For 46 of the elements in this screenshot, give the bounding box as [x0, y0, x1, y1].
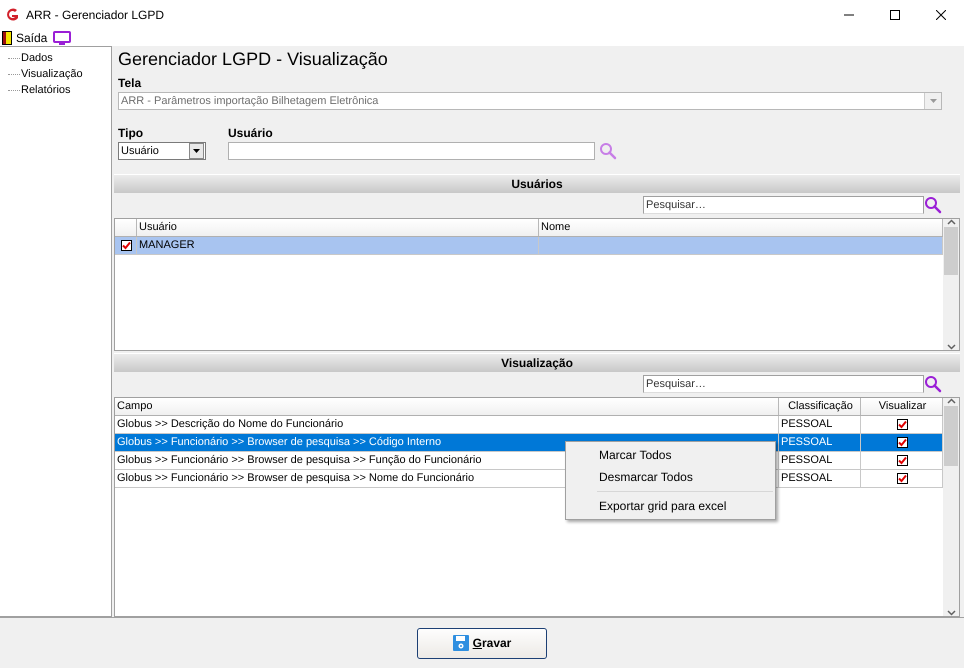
column-header[interactable]: Classificação [779, 398, 861, 415]
field-label: Tela [117, 76, 142, 90]
close-icon [936, 10, 946, 20]
monitor-icon[interactable] [53, 31, 72, 45]
column-header[interactable]: Usuário [137, 219, 539, 236]
section-header: Usuários [114, 174, 960, 193]
page-heading: Gerenciador LGPD - Visualização [117, 48, 389, 71]
table-cell: PESSOAL [779, 470, 861, 488]
column-header[interactable]: Campo [115, 398, 779, 415]
table-cell: PESSOAL [779, 434, 861, 452]
menu-item[interactable]: Exportar grid para excel [566, 495, 775, 517]
table-cell: PESSOAL [779, 452, 861, 470]
scrollbar-thumb[interactable] [944, 406, 958, 466]
scroll-down-icon [946, 610, 956, 616]
door-icon [2, 31, 12, 45]
search-icon[interactable] [924, 196, 942, 214]
exit-button[interactable]: Saída [2, 31, 48, 45]
table-cell: MANAGER [137, 237, 539, 255]
scroll-down-icon [946, 344, 956, 350]
scrollbar[interactable] [943, 219, 959, 350]
window-title: ARR - Gerenciador LGPD [26, 8, 166, 22]
checkbox[interactable] [897, 437, 908, 448]
tree-item[interactable]: Relatórios [20, 84, 71, 96]
checkbox[interactable] [897, 419, 908, 430]
tree-item[interactable]: Visualização [20, 68, 83, 80]
search-field[interactable]: Pesquisar… [643, 375, 924, 393]
logo-icon [4, 7, 20, 23]
search-icon[interactable] [924, 375, 942, 393]
field-label: Usuário [228, 126, 274, 140]
checkbox[interactable] [897, 473, 908, 484]
scroll-up-icon [946, 398, 956, 404]
field-label: Tipo [118, 126, 144, 140]
scrollbar[interactable] [943, 398, 959, 616]
scrollbar-thumb[interactable] [944, 227, 958, 275]
checkbox[interactable] [897, 455, 908, 466]
user-input-field[interactable] [228, 142, 595, 160]
maximize-icon [890, 10, 900, 20]
type-dropdown[interactable]: Usuário [118, 142, 206, 160]
section-header: Visualização [114, 353, 960, 372]
dropdown-arrow-icon [193, 149, 200, 153]
checkbox[interactable] [121, 240, 132, 251]
search-field[interactable]: Pesquisar… [643, 196, 924, 214]
scroll-up-icon [946, 219, 956, 225]
save-button[interactable]: Gravar [417, 628, 547, 658]
tree-item[interactable]: Dados [20, 52, 53, 64]
dropdown-arrow-icon [930, 99, 936, 103]
